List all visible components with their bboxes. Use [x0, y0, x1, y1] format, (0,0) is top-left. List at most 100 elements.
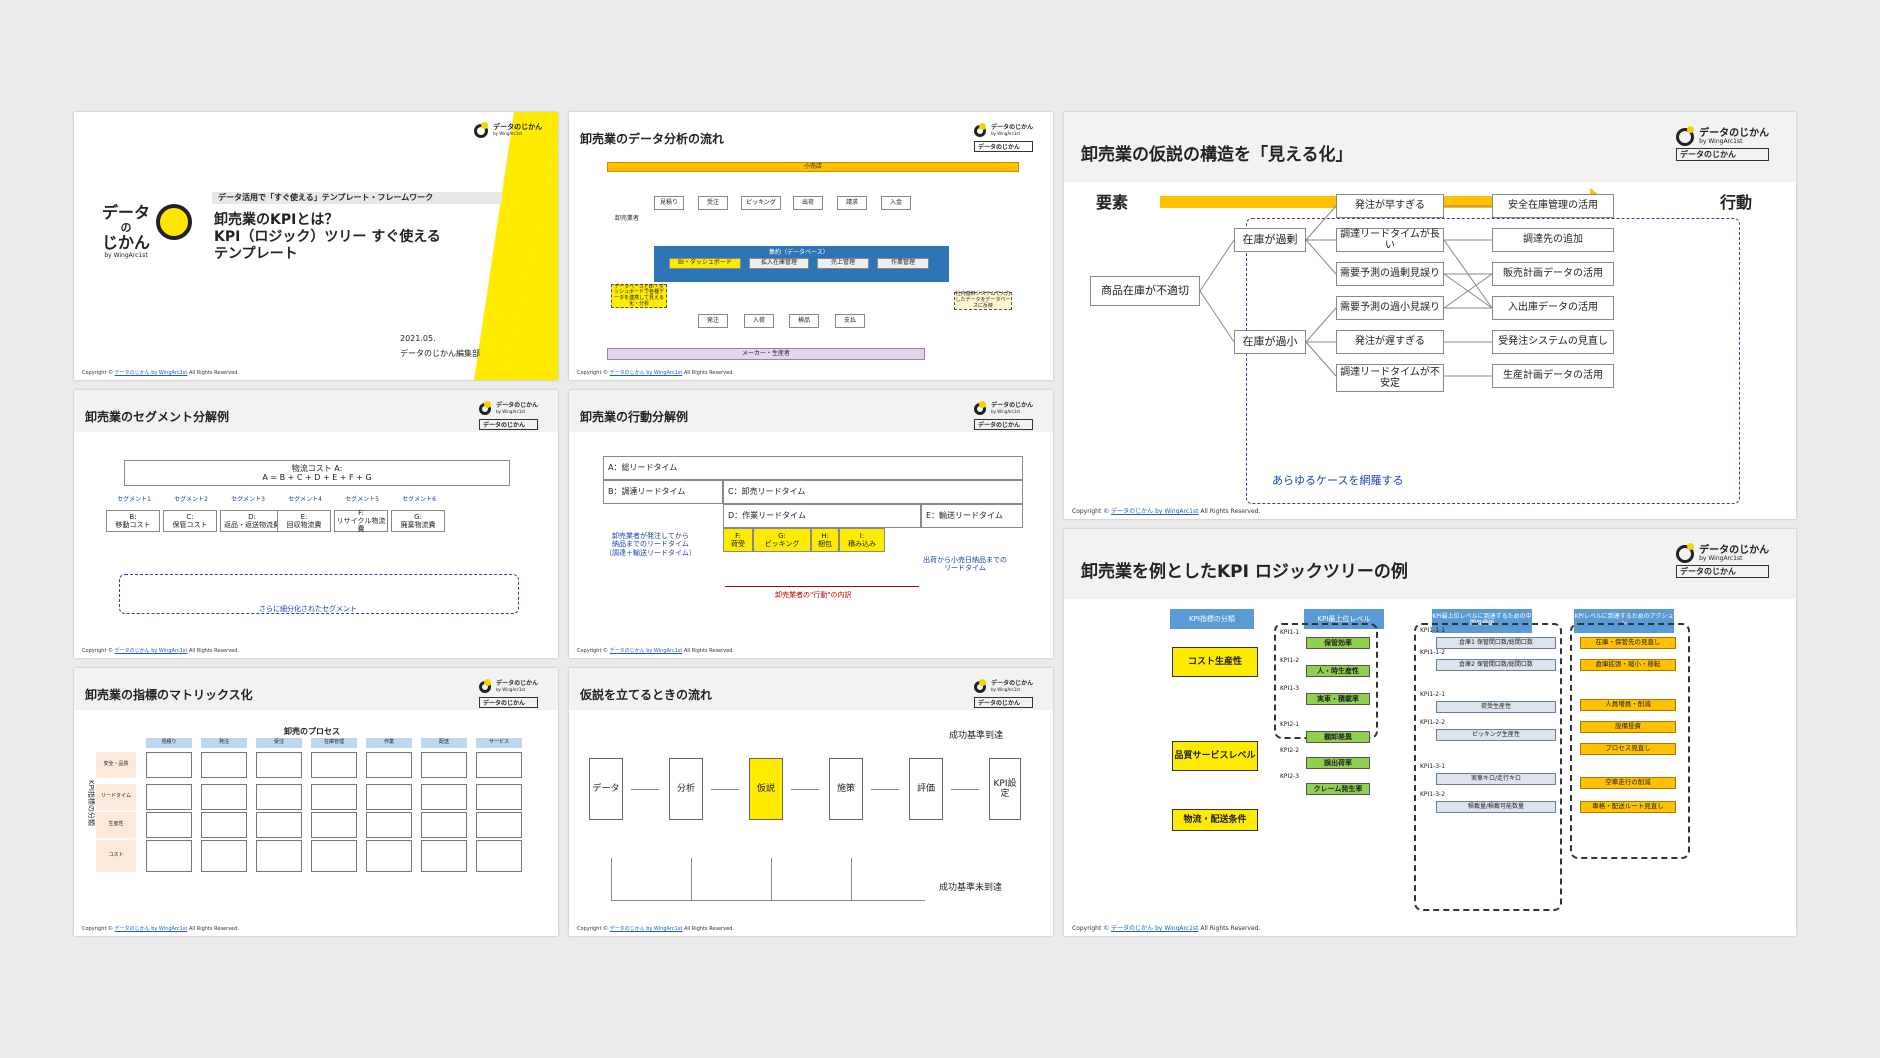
segment-code: G:	[414, 512, 422, 521]
tree-edge	[1305, 341, 1337, 377]
big-logo: データのじかん by WingArc1st	[102, 203, 151, 260]
mid-box: ピッキング生産性	[1436, 729, 1556, 741]
segment-code: F:	[358, 508, 364, 517]
matrix-cell	[146, 752, 192, 778]
kpi-code: KPI1-1	[1280, 629, 1300, 636]
logo: データのじかん by WingArc1st データのじかん	[479, 398, 539, 430]
copyright: Copyright © データのじかん by WingArc1st All Ri…	[577, 926, 734, 932]
action-caption: 卸売業者の"行動"の内訳	[775, 591, 852, 599]
segment-label: セグメント5	[345, 496, 379, 503]
copyright: Copyright © データのじかん by WingArc1st All Ri…	[82, 926, 239, 932]
segment-code: C:	[186, 512, 194, 521]
slide-analysis-flow[interactable]: 卸売業のデータ分析の流れ データのじかん by WingArc1st データのじか…	[569, 112, 1053, 380]
matrix-cell	[421, 812, 467, 838]
col-header: 在庫管理	[311, 738, 357, 748]
kpi-code: KPI1-2	[1280, 657, 1300, 664]
flow-step: データ	[589, 758, 623, 820]
matrix-cell	[256, 784, 302, 810]
action-box: 入出庫データの活用	[1492, 296, 1614, 320]
row-header: コスト	[96, 840, 136, 872]
tree-edge	[1305, 239, 1337, 275]
flow-step: 評価	[909, 758, 943, 820]
category-box: 品質サービスレベル	[1172, 741, 1258, 771]
segment-box: C: 保管コスト	[163, 510, 217, 532]
action-box: 車格・配送ルート見直し	[1580, 801, 1676, 813]
mid-box: 倉庫1 保管間口数/総間口数	[1436, 637, 1556, 649]
action-box: 安全在庫管理の活用	[1492, 194, 1614, 218]
copyright: Copyright © データのじかん by WingArc1st All Ri…	[82, 370, 239, 376]
matrix-cell	[256, 840, 302, 872]
action-box: 生産計画データの活用	[1492, 364, 1614, 388]
mid-code: KPI1-3-2	[1420, 791, 1446, 798]
action-code: F:	[735, 531, 741, 540]
action-box: 調達先の追加	[1492, 228, 1614, 252]
segment-box: D: 返品・返送物流費	[220, 510, 284, 532]
slide-title: 卸売業を例としたKPI ロジックツリーの例	[1081, 562, 1408, 582]
matrix-cell	[421, 752, 467, 778]
action-name: 梱包	[818, 540, 832, 548]
logo-check-icon	[156, 204, 192, 240]
matrix-cell	[421, 840, 467, 872]
matrix-cell	[201, 784, 247, 810]
action-box: G: ピッキング	[753, 528, 811, 552]
transport-lead-time: E：輸送リードタイム	[921, 504, 1023, 528]
detail-caption: さらに細分化されたセグメント	[259, 605, 357, 613]
matrix-cell	[146, 812, 192, 838]
row-header: リードタイム	[96, 784, 136, 810]
slide-title[interactable]: データのじかん by WingArc1st データのじかん by WingArc1…	[74, 112, 558, 380]
segment-box: B: 移動コスト	[106, 510, 160, 532]
banner: データ活用で「すぐ使える」テンプレート・フレームワーク	[212, 192, 502, 204]
copyright: Copyright © データのじかん by WingArc1st All Ri…	[577, 370, 734, 376]
action-box: 空車走行の削減	[1580, 777, 1676, 789]
matrix-cell	[421, 784, 467, 810]
logo: データのじかん by WingArc1st データのじかん	[974, 398, 1034, 430]
slide-action[interactable]: 卸売業の行動分解例 データのじかん by WingArc1st データのじかん A…	[569, 390, 1053, 658]
kpi-code: KPI1-3	[1280, 685, 1300, 692]
action-name: 積み込み	[848, 540, 876, 548]
date: 2021.05.	[400, 334, 436, 343]
action-code: I:	[859, 531, 865, 540]
db-item: BI・ダッシュボード	[669, 258, 741, 269]
logo: データのじかん by WingArc1st データのじかん	[974, 120, 1034, 152]
segment-name: 廃棄物流費	[400, 521, 436, 529]
segment-box: G: 廃棄物流費	[391, 510, 445, 532]
copyright: Copyright © データのじかん by WingArc1st All Ri…	[577, 648, 734, 654]
db-item: 売上管理	[817, 258, 869, 269]
tree-edge	[1199, 239, 1235, 292]
kpi-box: 棚卸差異	[1306, 731, 1370, 743]
main-title: 卸売業のKPIとは？ KPI（ロジック）ツリー すぐ使える テンプレート	[214, 212, 441, 262]
cause-box: 発注が遅すぎる	[1336, 330, 1444, 354]
author: データのじかん編集部	[400, 349, 480, 358]
logo: データのじかん by WingArc1st データのじかん	[1676, 542, 1770, 578]
mid-box: 倉庫2 保管間口数/総間口数	[1436, 659, 1556, 671]
category-box: コスト生産性	[1172, 647, 1258, 677]
tree-edge	[1305, 307, 1337, 343]
tree-edge	[1199, 290, 1235, 343]
action-box: 販売計画データの活用	[1492, 262, 1614, 286]
slide-matrix[interactable]: 卸売業の指標のマトリックス化 データのじかん by WingArc1st データの…	[74, 668, 558, 936]
segment-label: セグメント3	[231, 496, 265, 503]
page: { "logo":{"text":"データのじかん","by":"by Wing…	[0, 0, 1880, 1058]
action-code: G:	[778, 531, 786, 540]
flow-arrow	[871, 789, 899, 790]
slide-hypothesis-flow[interactable]: 仮説を立てるときの流れ データのじかん by WingArc1st データのじかん…	[569, 668, 1053, 936]
note-left: データベースとBI・ダッシュボードで各種データを連携して見える化・分析	[611, 284, 667, 308]
side-header: KPI指標の分類	[86, 780, 95, 826]
mid-code: KPI1-1-2	[1420, 649, 1446, 656]
matrix-cell	[311, 784, 357, 810]
copyright: Copyright © データのじかん by WingArc1st All Ri…	[82, 648, 239, 654]
db-item: 作業管理	[877, 258, 929, 269]
top-bar: 小売店	[607, 162, 1019, 172]
slide-hypothesis-structure[interactable]: 卸売業の仮説の構造を「見える化」 データのじかん by WingArc1st デー…	[1064, 112, 1796, 519]
matrix-cell	[201, 752, 247, 778]
note-right: 社内基幹システムで入力したデータをデータベースに反映	[954, 291, 1012, 310]
cover-caption: あらゆるケースを網羅する	[1272, 474, 1404, 487]
slide-kpi-tree[interactable]: 卸売業を例としたKPI ロジックツリーの例 データのじかん by WingArc1…	[1064, 529, 1796, 936]
slide-segment[interactable]: 卸売業のセグメント分解例 データのじかん by WingArc1st データのじか…	[74, 390, 558, 658]
logo: データのじかん by WingArc1st データのじかん	[479, 676, 539, 708]
cause-box: 需要予測の過小見誤り	[1336, 296, 1444, 320]
flow-step: KPI設定	[989, 758, 1021, 820]
side-label: 卸売業者	[607, 204, 647, 234]
matrix-cell	[476, 840, 522, 872]
tree-edge	[1305, 205, 1337, 241]
